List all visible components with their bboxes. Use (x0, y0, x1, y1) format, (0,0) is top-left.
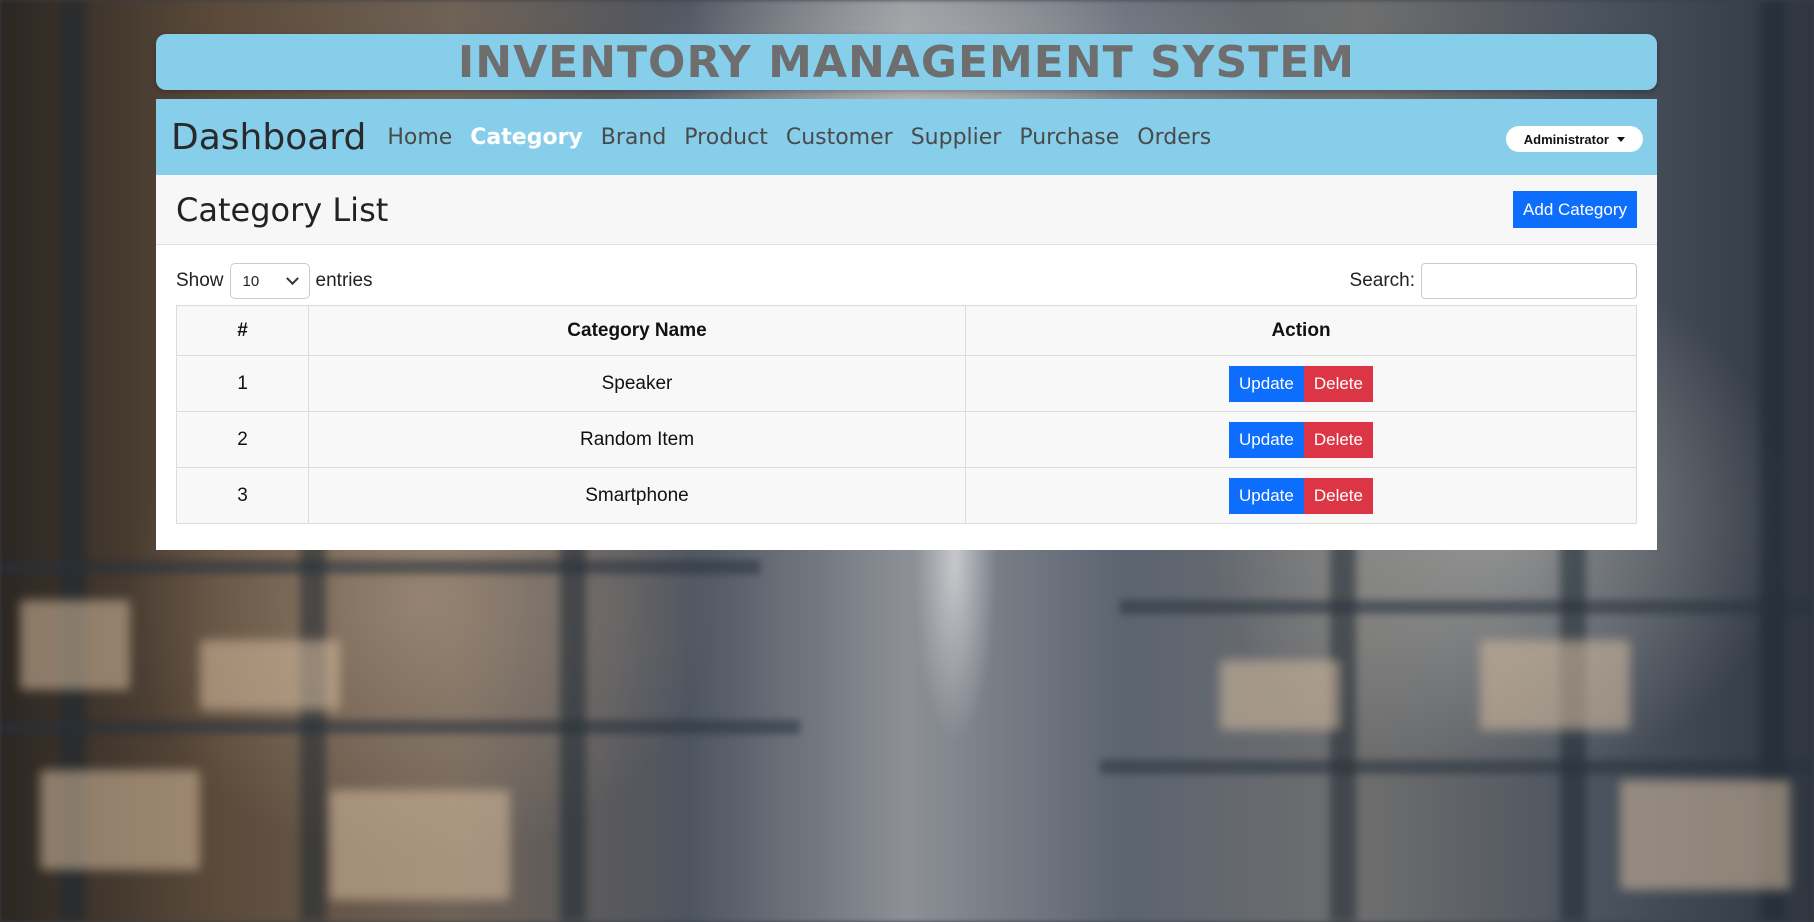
chevron-down-icon (285, 271, 299, 285)
row-category-name: Speaker (308, 355, 966, 412)
row-category-name: Smartphone (308, 467, 966, 524)
nav-link-product[interactable]: Product (675, 125, 777, 150)
table-row: 3 Smartphone Update Delete (176, 467, 1637, 524)
search-label: Search: (1349, 270, 1415, 291)
app-container: INVENTORY MANAGEMENT SYSTEM Dashboard Ho… (156, 34, 1657, 550)
nav-link-orders[interactable]: Orders (1128, 125, 1220, 150)
entries-select-value: 10 (242, 272, 260, 290)
delete-button[interactable]: Delete (1303, 477, 1373, 514)
navbar-brand[interactable]: Dashboard (171, 117, 366, 158)
card-body: Show 10 entries Search: # Category Name … (156, 245, 1657, 550)
column-header-action[interactable]: Action (965, 305, 1637, 356)
row-actions: Update Delete (965, 411, 1637, 468)
column-header-number[interactable]: # (176, 305, 309, 356)
caret-down-icon (1617, 136, 1625, 142)
nav-link-customer[interactable]: Customer (777, 125, 902, 150)
delete-button[interactable]: Delete (1303, 421, 1373, 458)
table-row: 1 Speaker Update Delete (176, 355, 1637, 412)
system-title-bar: INVENTORY MANAGEMENT SYSTEM (156, 34, 1657, 90)
add-category-button[interactable]: Add Category (1513, 191, 1637, 228)
row-actions: Update Delete (965, 467, 1637, 524)
nav-link-brand[interactable]: Brand (592, 125, 676, 150)
table-row: 2 Random Item Update Delete (176, 411, 1637, 468)
row-number: 1 (176, 355, 309, 412)
row-number: 2 (176, 411, 309, 468)
nav-links: Home Category Brand Product Customer Sup… (378, 125, 1220, 150)
nav-link-category[interactable]: Category (461, 125, 591, 150)
update-button[interactable]: Update (1229, 421, 1304, 458)
delete-button[interactable]: Delete (1303, 365, 1373, 402)
category-card: Category List Add Category Show 10 entri… (156, 175, 1657, 550)
user-menu-dropdown[interactable]: Administrator (1505, 126, 1643, 152)
nav-link-purchase[interactable]: Purchase (1010, 125, 1128, 150)
show-label: Show (176, 270, 224, 291)
entries-control: Show 10 entries (176, 263, 373, 299)
nav-link-home[interactable]: Home (378, 125, 461, 150)
entries-label: entries (315, 270, 373, 291)
row-actions: Update Delete (965, 355, 1637, 412)
user-menu-label: Administrator (1523, 131, 1609, 147)
search-input[interactable] (1421, 263, 1637, 299)
category-table: # Category Name Action 1 Speaker Update … (176, 305, 1637, 524)
table-header-row: # Category Name Action (176, 305, 1637, 356)
row-number: 3 (176, 467, 309, 524)
table-controls: Show 10 entries Search: (176, 263, 1637, 299)
main-navbar: Dashboard Home Category Brand Product Cu… (156, 99, 1657, 175)
nav-link-supplier[interactable]: Supplier (902, 125, 1011, 150)
update-button[interactable]: Update (1229, 477, 1304, 514)
search-control: Search: (1350, 263, 1637, 299)
update-button[interactable]: Update (1229, 365, 1304, 402)
system-title: INVENTORY MANAGEMENT SYSTEM (457, 36, 1356, 88)
page-title: Category List (176, 190, 389, 229)
column-header-category-name[interactable]: Category Name (308, 305, 966, 356)
row-category-name: Random Item (308, 411, 966, 468)
card-header: Category List Add Category (156, 175, 1657, 245)
entries-select[interactable]: 10 (229, 263, 310, 299)
